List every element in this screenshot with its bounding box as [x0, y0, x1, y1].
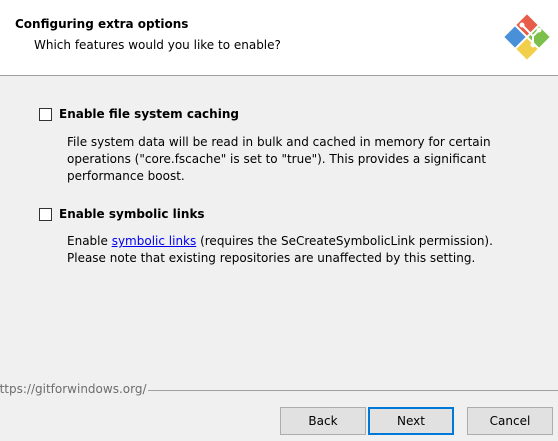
cancel-button[interactable]: Cancel: [467, 407, 553, 435]
file-system-caching-checkbox[interactable]: [39, 108, 52, 121]
page-title: Configuring extra options: [15, 17, 189, 31]
description-prefix: Enable: [67, 234, 112, 248]
description-line: File system data will be read in bulk an…: [67, 135, 491, 149]
description-line: performance boost.: [67, 169, 185, 183]
symbolic-links-label[interactable]: Enable symbolic links: [59, 207, 205, 221]
homepage-url[interactable]: https://gitforwindows.org/: [0, 382, 147, 396]
file-system-caching-label[interactable]: Enable file system caching: [59, 107, 239, 121]
symbolic-links-description: Enable symbolic links (requires the SeCr…: [67, 233, 537, 267]
description-line: Please note that existing repositories a…: [67, 251, 476, 265]
page-subtitle: Which features would you like to enable?: [34, 38, 281, 52]
footer-divider: [148, 390, 558, 391]
description-line: operations ("core.fscache" is set to "tr…: [67, 152, 487, 166]
description-suffix: (requires the SeCreateSymbolicLink permi…: [196, 234, 493, 248]
git-logo-icon: [504, 14, 550, 60]
back-button[interactable]: Back: [280, 407, 366, 435]
wizard-header: Configuring extra options Which features…: [0, 0, 558, 76]
description-line: Enable symbolic links (requires the SeCr…: [67, 233, 537, 250]
file-system-caching-description: File system data will be read in bulk an…: [67, 134, 537, 185]
next-button[interactable]: Next: [368, 407, 454, 435]
symbolic-links-checkbox[interactable]: [39, 208, 52, 221]
symbolic-links-link[interactable]: symbolic links: [112, 234, 197, 248]
